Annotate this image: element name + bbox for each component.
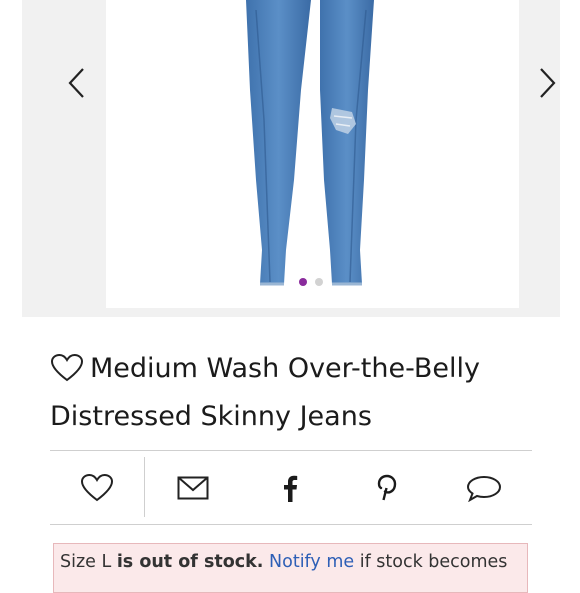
chevron-right-icon (540, 68, 556, 98)
chevron-left-icon (68, 68, 84, 98)
product-image-gallery[interactable] (22, 0, 560, 317)
share-bar (50, 450, 532, 525)
heart-outline-icon (80, 473, 114, 502)
pinterest-icon (377, 474, 397, 501)
jeans-image (246, 0, 374, 286)
previous-image-button[interactable] (61, 62, 91, 104)
pagination-dot-active[interactable] (299, 278, 307, 286)
facebook-icon (284, 475, 298, 502)
alert-out-of-stock-text: is out of stock. (116, 552, 264, 572)
email-share-button[interactable] (175, 471, 211, 505)
comment-button[interactable] (466, 471, 502, 505)
pinterest-share-button[interactable] (369, 471, 405, 505)
product-photo[interactable] (106, 0, 519, 308)
speech-bubble-icon (466, 475, 502, 502)
share-divider (144, 457, 145, 517)
out-of-stock-alert: Size L is out of stock. Notify me if sto… (53, 543, 528, 593)
envelope-icon (177, 476, 209, 500)
heart-outline-icon[interactable] (50, 353, 84, 396)
product-title: Medium Wash Over-the-Belly Distressed Sk… (50, 353, 480, 432)
product-title-block: Medium Wash Over-the-Belly Distressed Sk… (50, 348, 550, 438)
gallery-pagination (299, 278, 323, 286)
like-button[interactable] (79, 471, 115, 505)
facebook-share-button[interactable] (272, 471, 308, 505)
alert-suffix: if stock becomes (354, 552, 508, 572)
pagination-dot[interactable] (315, 278, 323, 286)
alert-prefix: Size L (60, 552, 117, 572)
next-image-button[interactable] (533, 62, 563, 104)
notify-me-link[interactable]: Notify me (269, 552, 354, 572)
